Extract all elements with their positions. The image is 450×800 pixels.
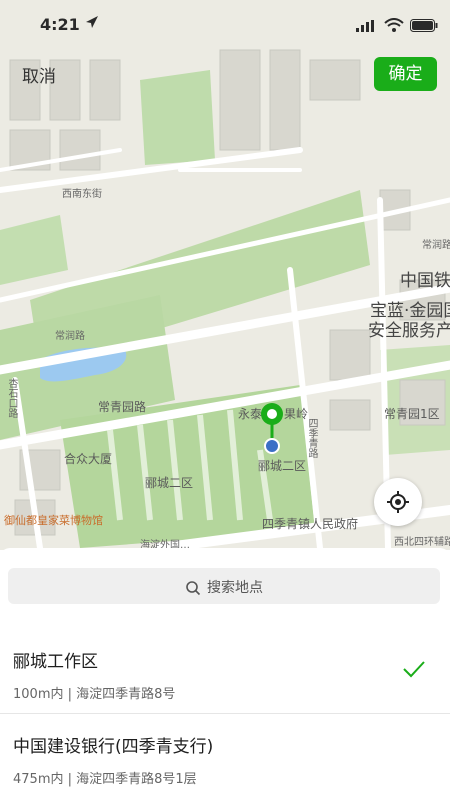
map-label-poi: 安全服务产 [368,321,450,341]
checkmark-icon [403,661,425,678]
map-label-road: 常润路 [55,331,85,342]
search-placeholder: 搜索地点 [207,580,263,596]
location-list-sheet: 搜索地点 郦城工作区 100m内 | 海淀四季青路8号 中国建设银行(四季青支行… [0,548,450,800]
search-input[interactable]: 搜索地点 [8,568,440,604]
map-label-poi: 郦城二区 [145,476,194,490]
list-item[interactable]: 中国建设银行(四季青支行) 475m内 | 海淀四季青路8号1层 [0,718,450,798]
search-icon [186,581,201,596]
locate-me-button[interactable] [374,478,422,526]
status-bar: 4:21 [0,0,450,50]
confirm-button[interactable]: 确定 [374,57,437,91]
location-pin-icon [257,400,287,456]
status-time: 4:21 [40,15,80,34]
map-label-museum: 御仙都皇家菜博物馆 [4,514,103,527]
map-label-road: 西北四环辅路 [394,537,450,548]
location-arrow-icon [86,16,98,28]
list-item-title: 郦城工作区 [13,652,98,672]
map-label-poi: 常青园1区 [384,407,440,421]
wifi-icon [384,18,404,32]
divider [0,713,450,714]
map-label-poi: 郦城二区 [258,459,307,473]
map-label-road: 西南东街 [62,189,102,200]
cellular-signal-icon [356,20,374,32]
list-item-title: 中国建设银行(四季青支行) [13,737,214,757]
list-item[interactable]: 郦城工作区 100m内 | 海淀四季青路8号 [0,633,450,713]
map-label-road: 常润路 [422,240,450,251]
map-label-road: 常青园路 [98,400,147,414]
list-item-subtitle: 100m内 | 海淀四季青路8号 [13,687,176,702]
crosshair-icon [387,491,409,513]
map-label-road: 四季青路 [306,418,317,458]
map-label-road: 杏石口路 [6,378,17,418]
list-item-subtitle: 475m内 | 海淀四季青路8号1层 [13,772,197,787]
map-label-gov: 四季青镇人民政府 [262,517,359,531]
map-label-poi: 中国铁 [400,271,450,291]
map-label-poi: 合众大厦 [64,452,113,466]
battery-icon [410,19,438,32]
cancel-button[interactable]: 取消 [22,62,56,87]
